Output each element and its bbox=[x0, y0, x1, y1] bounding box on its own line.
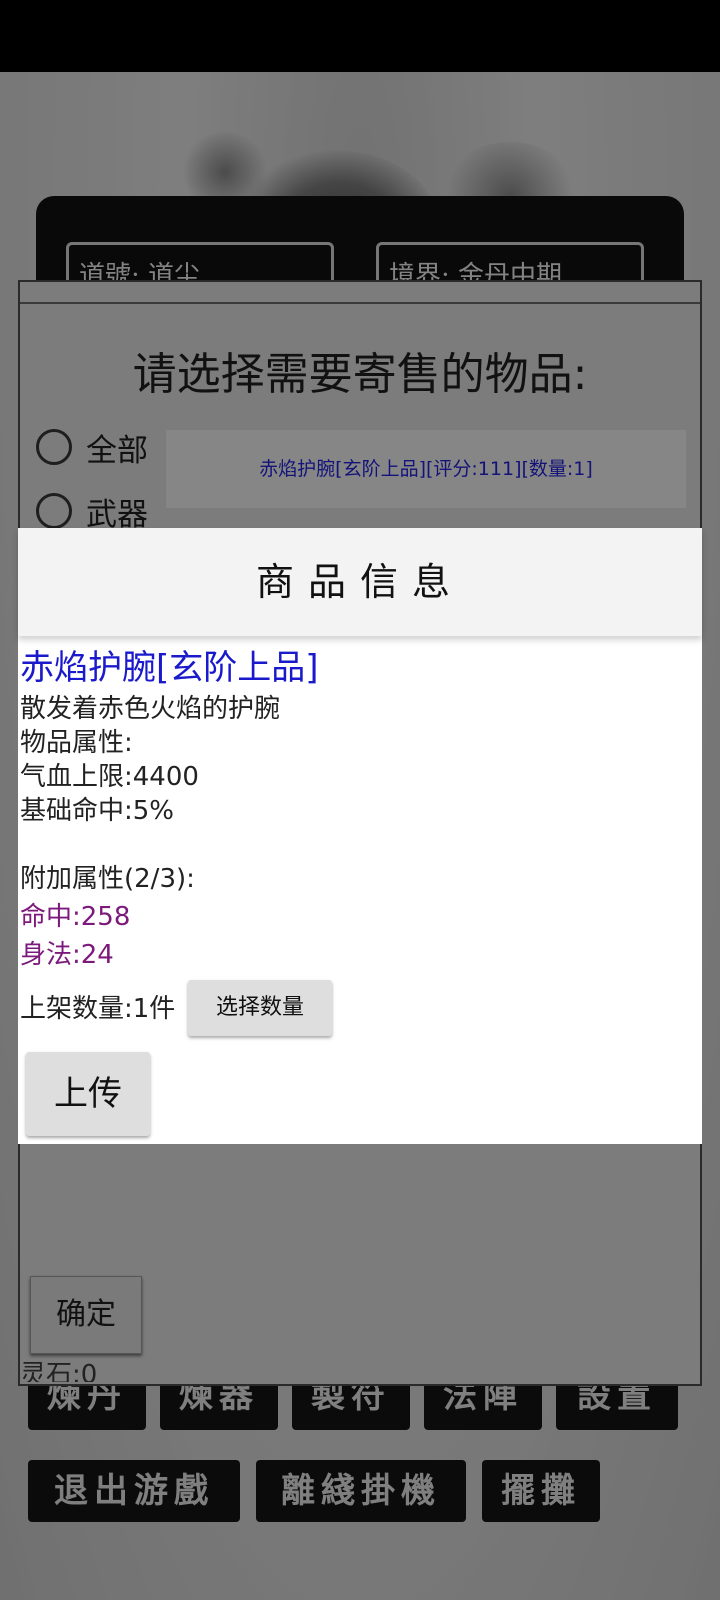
extra-attr-hit: 命中:258 bbox=[20, 902, 131, 932]
item-list-entry[interactable]: 赤焰护腕[玄阶上品][评分:111][数量:1] bbox=[166, 430, 686, 508]
extra-attr-title: 附加属性(2/3): bbox=[20, 864, 195, 894]
item-name: 赤焰护腕[玄阶上品] bbox=[20, 648, 319, 688]
product-info-dialog: 商品信息 赤焰护腕[玄阶上品] 散发着赤色火焰的护腕 物品属性: 气血上限:44… bbox=[18, 528, 702, 1144]
item-description: 散发着赤色火焰的护腕 bbox=[20, 694, 281, 724]
attr-hp: 气血上限:4400 bbox=[20, 762, 199, 792]
divider bbox=[20, 302, 700, 304]
radio-circle-icon bbox=[36, 429, 72, 465]
listing-quantity: 上架数量:1件 bbox=[20, 994, 176, 1024]
attr-title: 物品属性: bbox=[20, 728, 133, 758]
sell-dialog-title: 请选择需要寄售的物品: bbox=[132, 349, 588, 400]
confirm-button[interactable]: 确定 bbox=[30, 1276, 142, 1354]
radio-circle-icon bbox=[36, 493, 72, 529]
filter-label: 武器 bbox=[86, 496, 148, 533]
filter-label: 全部 bbox=[86, 432, 148, 469]
status-bar bbox=[0, 0, 720, 72]
choose-quantity-button[interactable]: 选择数量 bbox=[188, 980, 332, 1036]
upload-button[interactable]: 上传 bbox=[26, 1052, 150, 1136]
spirit-stone-count: 灵石:0 bbox=[20, 1360, 98, 1382]
attr-hit: 基础命中:5% bbox=[20, 796, 175, 826]
filter-all-radio[interactable]: 全部 bbox=[36, 422, 148, 472]
extra-attr-agility: 身法:24 bbox=[20, 940, 114, 970]
product-info-title: 商品信息 bbox=[18, 528, 702, 636]
